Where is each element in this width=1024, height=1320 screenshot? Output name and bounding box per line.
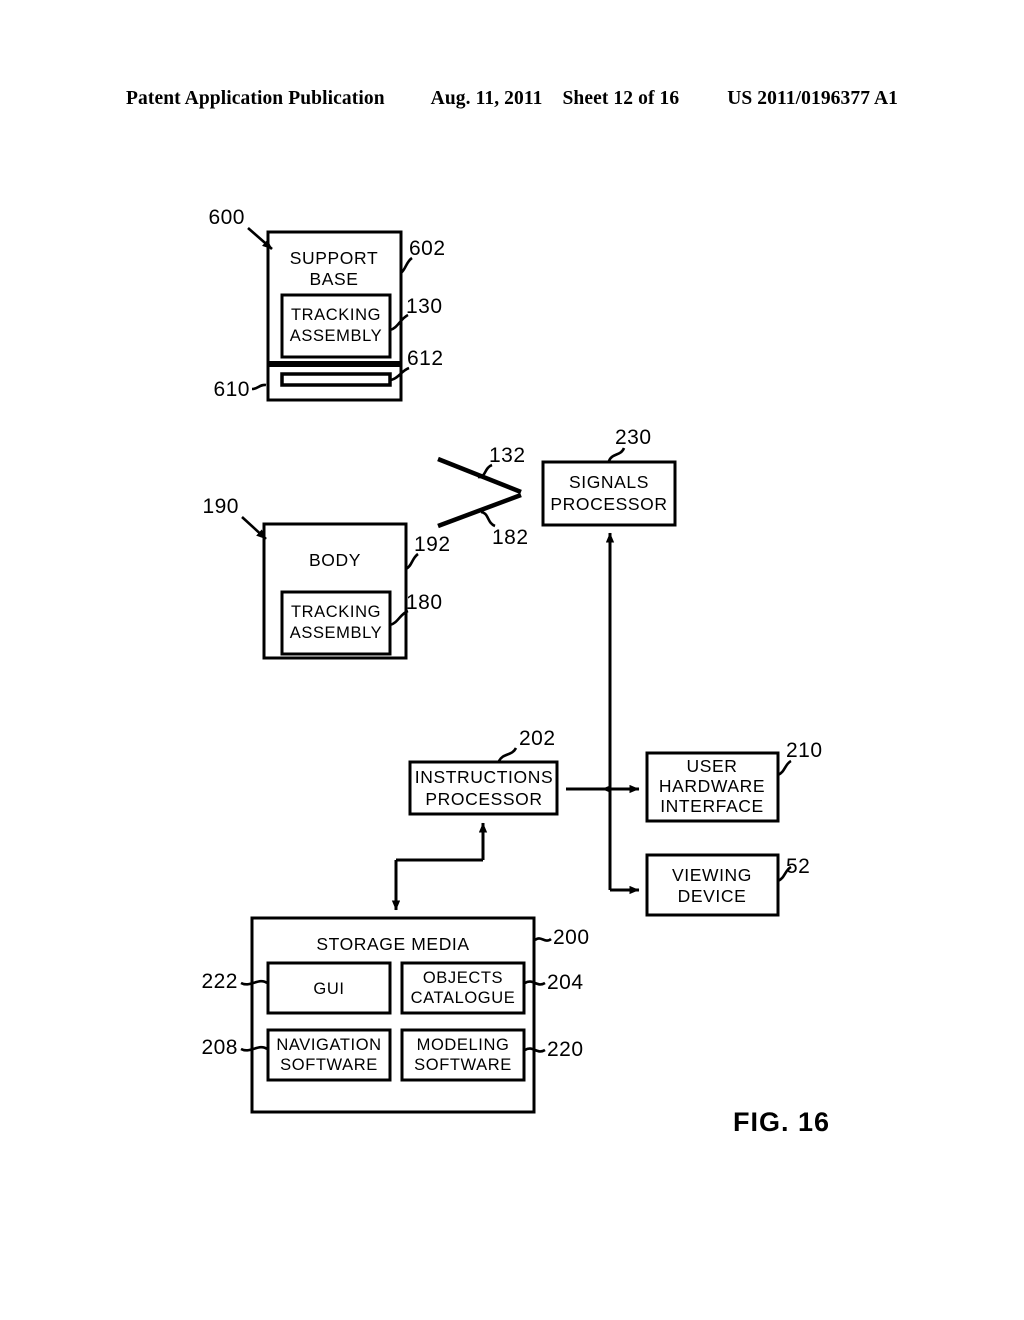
- body-block: BODY TRACKING ASSEMBLY 190 192 180: [202, 495, 451, 660]
- viewing-device-label-line1: VIEWING: [672, 865, 752, 885]
- patent-figure-page: Patent Application Publication Aug. 11, …: [0, 0, 1024, 1320]
- body-192-leader: [405, 552, 419, 571]
- body-tracking-label-line1: TRACKING: [291, 603, 381, 621]
- support-base-602-leader: [400, 256, 413, 275]
- user-hardware-interface-label-line2: HARDWARE: [659, 776, 765, 796]
- support-base-ref-612: 612: [407, 347, 444, 370]
- support-base-bar: [280, 372, 392, 387]
- body-ref-190: 190: [202, 495, 239, 518]
- connectors-group: [391, 532, 640, 911]
- user-hardware-interface-label-line3: INTERFACE: [660, 796, 764, 816]
- support-base-ref-130: 130: [406, 295, 443, 318]
- instructions-processor-leader: [497, 747, 518, 762]
- support-base-ref-600: 600: [208, 206, 245, 229]
- viewing-device-label-line2: DEVICE: [678, 886, 747, 906]
- body-label: BODY: [309, 550, 361, 570]
- navigation-software-label-line1: NAVIGATION: [276, 1036, 381, 1054]
- user-hardware-interface-block: USER HARDWARE INTERFACE 210: [645, 739, 823, 823]
- modeling-software-label-line2: SOFTWARE: [414, 1056, 512, 1074]
- signals-processor-label-line1: SIGNALS: [569, 472, 649, 492]
- figure-caption: FIG. 16: [733, 1107, 831, 1137]
- instructions-processor-block: INSTRUCTIONS PROCESSOR 202: [408, 727, 559, 816]
- instructions-processor-label-line1: INSTRUCTIONS: [415, 767, 553, 787]
- signal-ref-132: 132: [489, 444, 526, 467]
- support-base-ref-610: 610: [213, 378, 250, 401]
- storage-media-block: STORAGE MEDIA GUI OBJECTS CATALOGUE NAVI…: [201, 916, 590, 1114]
- figure-16-diagram: SUPPORT BASE TRACKING ASSEMBLY 600 602 1…: [201, 206, 823, 1114]
- body-ref-192: 192: [414, 533, 451, 556]
- support-base-block: SUPPORT BASE TRACKING ASSEMBLY 600 602 1…: [208, 206, 446, 402]
- support-base-610-leader: [251, 383, 267, 391]
- body-tracking-assembly-box: [280, 590, 392, 656]
- signal-182-leader: [480, 510, 496, 528]
- signals-processor-leader: [607, 447, 626, 462]
- modeling-software-ref-220: 220: [547, 1038, 584, 1061]
- instructions-processor-label-line2: PROCESSOR: [425, 789, 542, 809]
- signals-processor-block: SIGNALS PROCESSOR 230: [541, 426, 677, 527]
- signals-processor-ref-230: 230: [615, 426, 652, 449]
- objects-catalogue-label-line1: OBJECTS: [423, 969, 503, 987]
- support-base-tracking-label-line1: TRACKING: [291, 306, 381, 324]
- user-hardware-interface-ref-210: 210: [786, 739, 823, 762]
- navigation-software-label-line2: SOFTWARE: [280, 1056, 378, 1074]
- viewing-device-ref-52: 52: [786, 855, 810, 878]
- storage-media-label: STORAGE MEDIA: [316, 934, 469, 954]
- modeling-software-label-line1: MODELING: [417, 1036, 510, 1054]
- gui-label: GUI: [313, 980, 344, 998]
- support-base-ref-602: 602: [409, 237, 446, 260]
- signal-lines-group: 132 182: [437, 444, 529, 549]
- storage-media-ref-200: 200: [553, 926, 590, 949]
- storage-media-leader: [534, 937, 552, 942]
- user-hardware-interface-label-line1: USER: [686, 756, 737, 776]
- signal-ref-182: 182: [492, 526, 529, 549]
- support-base-label-line2: BASE: [309, 269, 358, 289]
- gui-ref-222: 222: [201, 970, 238, 993]
- viewing-device-block: VIEWING DEVICE 52: [645, 853, 810, 917]
- viewing-device-box: [645, 853, 780, 917]
- signal-line-182: [437, 492, 522, 529]
- user-hardware-interface-leader: [777, 759, 792, 777]
- body-ref-leader: [241, 516, 267, 540]
- body-tracking-label-line2: ASSEMBLY: [290, 624, 383, 642]
- signals-processor-label-line2: PROCESSOR: [550, 494, 667, 514]
- support-base-label-line1: SUPPORT: [290, 248, 378, 268]
- body-ref-180: 180: [406, 591, 443, 614]
- instructions-processor-ref-202: 202: [519, 727, 556, 750]
- support-base-tracking-label-line2: ASSEMBLY: [290, 327, 383, 345]
- support-base-tracking-assembly-box: [280, 293, 392, 359]
- navigation-software-ref-208: 208: [201, 1036, 238, 1059]
- objects-catalogue-label-line2: CATALOGUE: [411, 989, 516, 1007]
- objects-catalogue-ref-204: 204: [547, 971, 584, 994]
